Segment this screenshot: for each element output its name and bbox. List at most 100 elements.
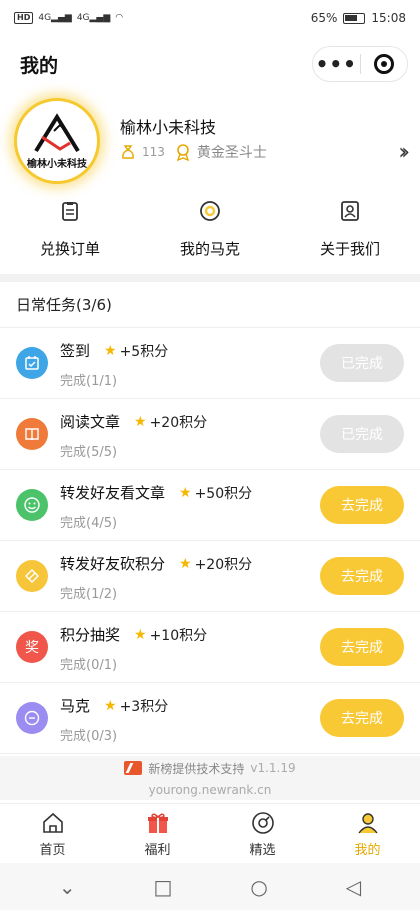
mark-chat-icon bbox=[16, 702, 48, 734]
nav-bar: 我的 ••• bbox=[0, 36, 420, 92]
task-progress: 完成(5/5) bbox=[60, 445, 118, 460]
clock: 15:08 bbox=[371, 11, 406, 25]
battery-percent: 65% bbox=[310, 11, 338, 25]
lottery-icon: 奖 bbox=[16, 631, 48, 663]
section-divider bbox=[0, 274, 420, 282]
daily-tasks-header: 日常任务(3/6) bbox=[0, 282, 420, 328]
star-icon: ★ bbox=[179, 555, 192, 572]
tab-featured[interactable]: 精选 bbox=[210, 804, 315, 863]
home-icon bbox=[42, 812, 63, 833]
battery-icon bbox=[343, 12, 366, 24]
tab-label: 精选 bbox=[249, 842, 276, 858]
tab-home[interactable]: 首页 bbox=[0, 804, 105, 863]
task-title: 阅读文章 bbox=[60, 413, 121, 431]
task-item: 签到 ★ +5积分 完成(1/1) 已完成 bbox=[0, 328, 420, 399]
medal-icon bbox=[176, 144, 189, 161]
star-icon: ★ bbox=[134, 626, 147, 643]
quick-actions: 兑换订单 我的马克 关于我们 bbox=[0, 200, 420, 270]
task-progress: 完成(1/2) bbox=[60, 587, 118, 602]
task-go-button[interactable]: 去完成 bbox=[320, 699, 404, 737]
star-icon: ★ bbox=[104, 342, 117, 359]
task-item: 转发好友看文章 ★ +50积分 完成(4/5) 去完成 bbox=[0, 470, 420, 541]
task-title: 马克 bbox=[60, 697, 91, 715]
task-title: 签到 bbox=[60, 342, 91, 360]
compass-icon bbox=[251, 811, 274, 834]
newrank-logo-icon bbox=[124, 761, 143, 775]
task-list: 签到 ★ +5积分 完成(1/1) 已完成 阅读文章 ★ +20积分 完成(5/5) 已… bbox=[0, 328, 420, 754]
tech-support-footer: 新榜提供技术支持 v1.1.19 yourong.newrank.cn bbox=[0, 756, 420, 800]
task-item: 奖 积分抽奖 ★ +10积分 完成(0/1) 去完成 bbox=[0, 612, 420, 683]
tab-label: 我的 bbox=[354, 842, 381, 858]
task-go-button[interactable]: 去完成 bbox=[320, 628, 404, 666]
tab-label: 首页 bbox=[39, 842, 66, 858]
task-reward: +20积分 bbox=[194, 556, 253, 573]
about-icon bbox=[341, 201, 359, 221]
tab-mine[interactable]: 我的 bbox=[315, 804, 420, 863]
avatar[interactable]: 榆林小未科技 bbox=[14, 98, 100, 184]
network-indicators: HD 4G▂▄▆ 4G▂▄▆ ◠ bbox=[14, 12, 123, 24]
chevron-down-icon[interactable]: ⌄ bbox=[59, 875, 76, 899]
task-reward: +5积分 bbox=[119, 343, 169, 360]
signal-icon-2: 4G▂▄▆ bbox=[76, 13, 111, 23]
tab-label: 福利 bbox=[144, 842, 171, 858]
task-item: 阅读文章 ★ +20积分 完成(5/5) 已完成 bbox=[0, 399, 420, 470]
quick-action-label: 关于我们 bbox=[319, 240, 380, 258]
mark-icon bbox=[200, 201, 220, 221]
quick-action-label: 兑换订单 bbox=[39, 240, 100, 258]
task-progress: 完成(4/5) bbox=[60, 516, 118, 531]
points-value: 113 bbox=[142, 145, 165, 159]
profile-name: 榆林小未科技 bbox=[120, 118, 217, 137]
task-title: 转发好友看文章 bbox=[60, 484, 166, 502]
more-dots-icon[interactable]: ••• bbox=[313, 47, 360, 81]
book-icon bbox=[16, 418, 48, 450]
order-icon bbox=[62, 202, 78, 221]
ticket-icon bbox=[16, 560, 48, 592]
task-progress: 完成(0/3) bbox=[60, 729, 118, 744]
user-icon bbox=[357, 812, 378, 833]
star-icon: ★ bbox=[134, 413, 147, 430]
chevron-right-icon[interactable]: ›› bbox=[398, 140, 409, 165]
tab-welfare[interactable]: 福利 bbox=[105, 804, 210, 863]
task-title: 转发好友砍积分 bbox=[60, 555, 166, 573]
task-done-button[interactable]: 已完成 bbox=[320, 415, 404, 453]
quick-action-orders[interactable]: 兑换订单 bbox=[0, 200, 140, 270]
close-target-icon bbox=[373, 54, 394, 74]
task-reward: +20积分 bbox=[149, 414, 208, 431]
task-reward: +50积分 bbox=[194, 485, 253, 502]
footer-url: yourong.newrank.cn bbox=[148, 782, 272, 797]
calendar-icon bbox=[16, 347, 48, 379]
back-triangle-icon[interactable]: ◁ bbox=[346, 875, 361, 899]
home-circle-icon[interactable]: ○ bbox=[250, 875, 267, 899]
task-item: 马克 ★ +3积分 完成(0/3) 去完成 bbox=[0, 683, 420, 754]
task-go-button[interactable]: 去完成 bbox=[320, 486, 404, 524]
footer-version: v1.1.19 bbox=[250, 761, 296, 775]
quick-action-mark[interactable]: 我的马克 bbox=[140, 200, 280, 270]
status-bar: HD 4G▂▄▆ 4G▂▄▆ ◠ 65% 15:08 bbox=[0, 0, 420, 36]
close-button[interactable] bbox=[361, 54, 408, 74]
task-progress: 完成(1/1) bbox=[60, 374, 118, 389]
task-done-button[interactable]: 已完成 bbox=[320, 344, 404, 382]
quick-action-about[interactable]: 关于我们 bbox=[280, 200, 420, 270]
task-reward: +3积分 bbox=[119, 698, 169, 715]
task-title: 积分抽奖 bbox=[60, 626, 121, 644]
system-nav-bar: ⌄ □ ○ ◁ bbox=[0, 863, 420, 910]
star-icon: ★ bbox=[104, 697, 117, 714]
recents-square-icon[interactable]: □ bbox=[154, 875, 173, 899]
profile-card[interactable]: 榆林小未科技 榆林小未科技 113 黄金圣斗士 ›› bbox=[0, 96, 420, 192]
avatar-text: 榆林小未科技 bbox=[27, 158, 87, 170]
smile-icon bbox=[16, 489, 48, 521]
footer-text: 新榜提供技术支持 bbox=[148, 761, 245, 776]
task-go-button[interactable]: 去完成 bbox=[320, 557, 404, 595]
task-item: 转发好友砍积分 ★ +20积分 完成(1/2) 去完成 bbox=[0, 541, 420, 612]
profile-meta: 113 黄金圣斗士 bbox=[120, 142, 267, 162]
wifi-icon: ◠ bbox=[115, 13, 124, 23]
quick-action-label: 我的马克 bbox=[179, 240, 240, 258]
hd-badge: HD bbox=[14, 12, 34, 24]
rank-label: 黄金圣斗士 bbox=[196, 145, 267, 161]
company-logo-icon bbox=[34, 112, 80, 152]
signal-icon-1: 4G▂▄▆ bbox=[38, 13, 72, 23]
tab-bar: 首页 福利 精选 我的 bbox=[0, 803, 420, 863]
page-title: 我的 bbox=[20, 54, 59, 77]
star-icon: ★ bbox=[179, 484, 192, 501]
task-progress: 完成(0/1) bbox=[60, 658, 118, 673]
